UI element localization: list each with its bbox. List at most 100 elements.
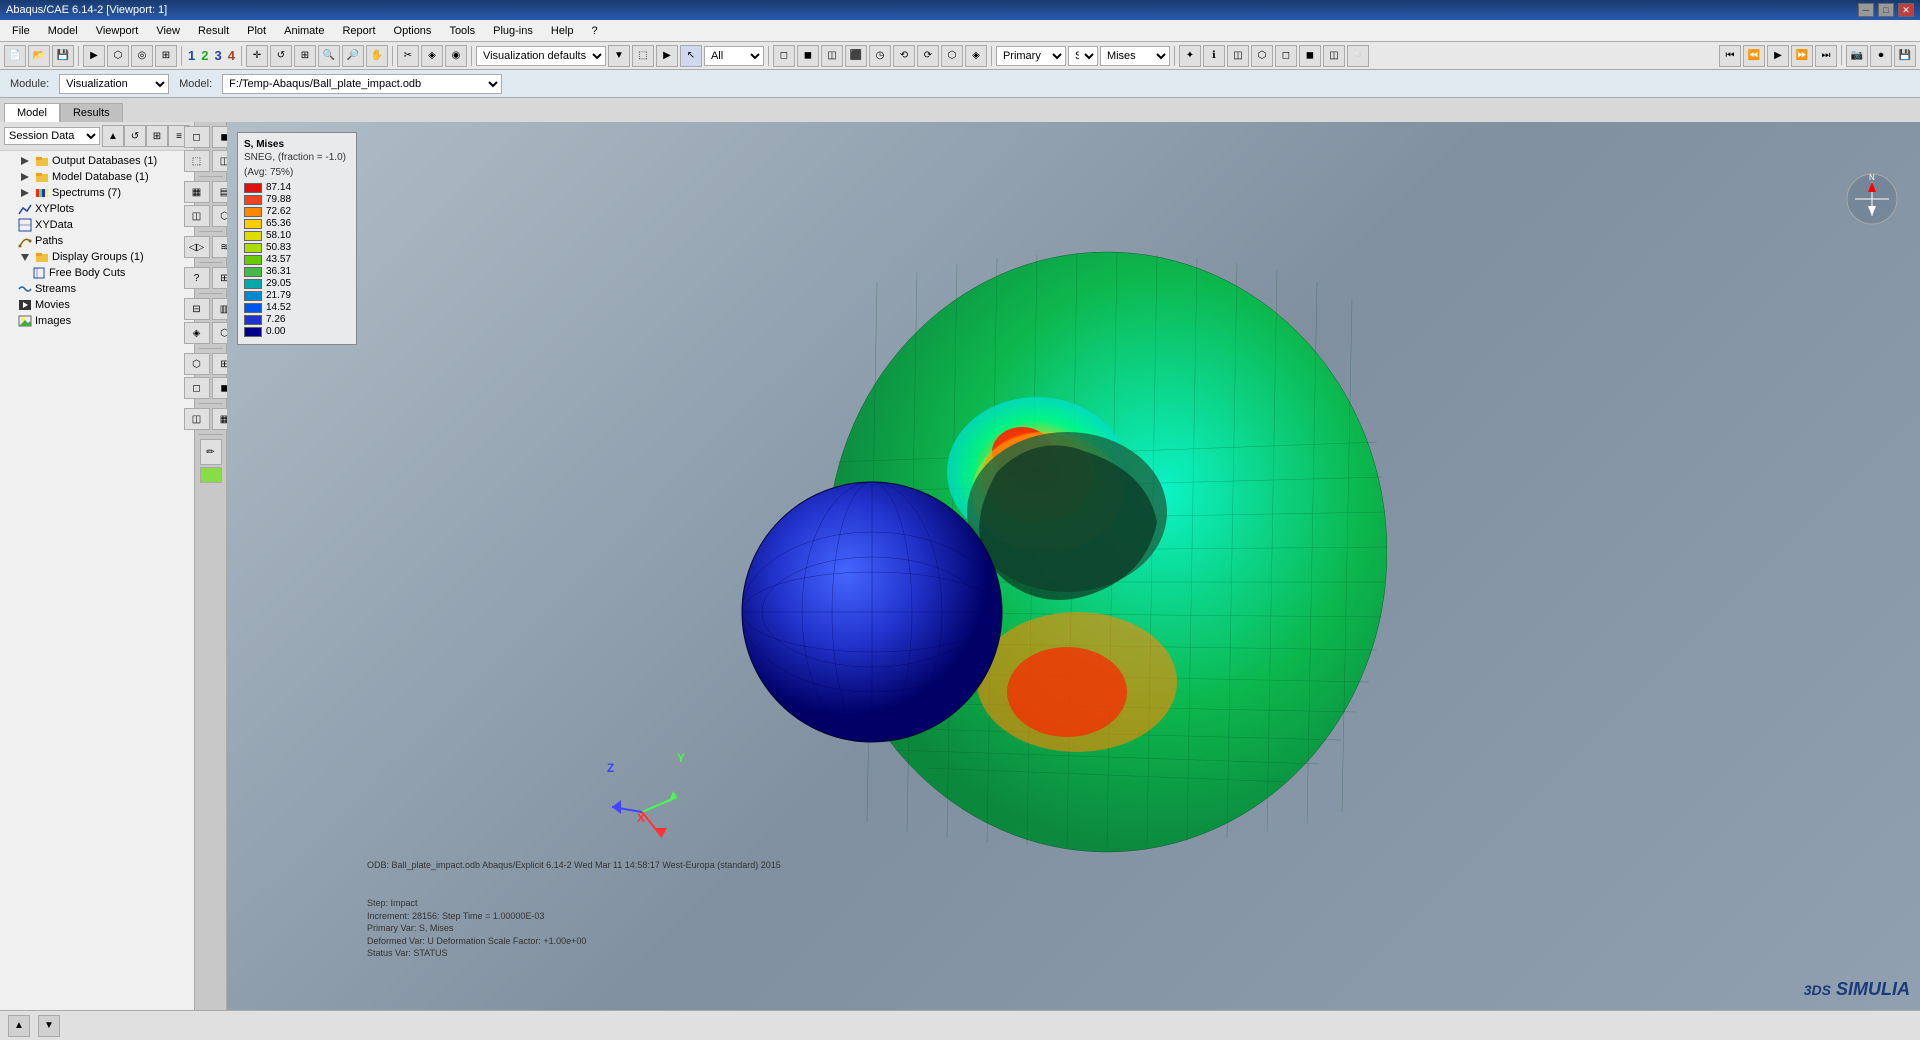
sidebar-item-output-databases[interactable]: Output Databases (1) [0, 153, 194, 169]
status-expand-button[interactable]: ▲ [8, 1015, 30, 1037]
tab-model[interactable]: Model [4, 103, 60, 122]
vt-color-btn[interactable] [200, 467, 222, 483]
vp-btn6[interactable]: ⟲ [893, 45, 915, 67]
tool-btn6[interactable]: ◼ [1299, 45, 1321, 67]
vp-btn1[interactable]: ◻ [773, 45, 795, 67]
record-button[interactable]: ⏺ [1870, 45, 1892, 67]
zoom-out[interactable]: 🔎 [342, 45, 364, 67]
session-data-select[interactable]: Session Data [4, 127, 100, 145]
menu-viewport[interactable]: Viewport [88, 23, 147, 39]
camera-button[interactable]: 📷 [1846, 45, 1868, 67]
vp-btn9[interactable]: ◈ [965, 45, 987, 67]
menu-help[interactable]: Help [543, 23, 582, 39]
primary-select[interactable]: Primary [996, 46, 1066, 66]
sidebar-item-display-groups[interactable]: Display Groups (1) [0, 249, 194, 265]
vt-anim1[interactable]: ◁▷ [184, 236, 210, 258]
vis-icon1[interactable]: ⬚ [632, 45, 654, 67]
viewport[interactable]: S, Mises SNEG, (fraction = -1.0) (Avg: 7… [227, 122, 1920, 1010]
menu-plugins[interactable]: Plug-ins [485, 23, 541, 39]
session-refresh-button[interactable]: ↺ [124, 125, 146, 147]
num4-button[interactable]: 4 [226, 48, 237, 63]
menu-options[interactable]: Options [386, 23, 440, 39]
sidebar-item-free-body-cuts[interactable]: Free Body Cuts [0, 265, 194, 281]
menu-result[interactable]: Result [190, 23, 237, 39]
num3-button[interactable]: 3 [212, 48, 223, 63]
tool-btn1[interactable]: ✦ [1179, 45, 1201, 67]
vt-extra1[interactable]: ◫ [184, 408, 210, 430]
sidebar-item-spectrums[interactable]: Spectrums (7) [0, 185, 194, 201]
save-button[interactable]: 💾 [52, 45, 74, 67]
menu-model[interactable]: Model [40, 23, 86, 39]
vt-plot1[interactable]: ▦ [184, 181, 210, 203]
num2-button[interactable]: 2 [199, 48, 210, 63]
sidebar-item-xyplots[interactable]: XYPlots [0, 201, 194, 217]
vt-cut1[interactable]: ⊟ [184, 298, 210, 320]
view2-button[interactable]: ↺ [270, 45, 292, 67]
mises-select[interactable]: Mises [1100, 46, 1170, 66]
vt-render3[interactable]: ⬚ [184, 150, 210, 172]
s-select[interactable]: S [1068, 46, 1098, 66]
vt-disp1[interactable]: ⬡ [184, 353, 210, 375]
save-frame-button[interactable]: 💾 [1894, 45, 1916, 67]
open-button[interactable]: 📂 [28, 45, 50, 67]
view1-button[interactable]: ✛ [246, 45, 268, 67]
vp-btn5[interactable]: ◷ [869, 45, 891, 67]
model-select[interactable]: F:/Temp-Abaqus/Ball_plate_impact.odb [222, 74, 502, 94]
pan-button[interactable]: ✋ [366, 45, 388, 67]
info-button[interactable]: ℹ [1203, 45, 1225, 67]
vt-plot3[interactable]: ◫ [184, 205, 210, 227]
session-up-button[interactable]: ▲ [102, 125, 124, 147]
zoom-in[interactable]: 🔍 [318, 45, 340, 67]
sidebar-item-model-database[interactable]: Model Database (1) [0, 169, 194, 185]
vp-btn3[interactable]: ◫ [821, 45, 843, 67]
menu-view[interactable]: View [148, 23, 188, 39]
menu-plot[interactable]: Plot [239, 23, 274, 39]
vt-pen[interactable]: ✏ [200, 439, 222, 465]
select-button[interactable]: ▶ [83, 45, 105, 67]
close-button[interactable]: ✕ [1898, 3, 1914, 17]
vt-disp3[interactable]: ◻ [184, 377, 210, 399]
select3-button[interactable]: ◎ [131, 45, 153, 67]
play-start-button[interactable]: ⏮ [1719, 45, 1741, 67]
tool-btn5[interactable]: ◻ [1275, 45, 1297, 67]
maximize-button[interactable]: □ [1878, 3, 1894, 17]
vis-defaults-select[interactable]: Visualization defaults [476, 46, 606, 66]
sidebar-item-paths[interactable]: Paths [0, 233, 194, 249]
sidebar-item-images[interactable]: Images [0, 313, 194, 329]
tool-btn3[interactable]: ◫ [1227, 45, 1249, 67]
status-collapse-button[interactable]: ▼ [38, 1015, 60, 1037]
play-prev-button[interactable]: ⏪ [1743, 45, 1765, 67]
display-button[interactable]: ◈ [421, 45, 443, 67]
tool-btn8[interactable]: ◽ [1347, 45, 1369, 67]
menu-animate[interactable]: Animate [276, 23, 332, 39]
vis-options-button[interactable]: ▼ [608, 45, 630, 67]
vis-icon2[interactable]: ▶ [656, 45, 678, 67]
sidebar-item-streams[interactable]: Streams [0, 281, 194, 297]
num1-button[interactable]: 1 [186, 48, 197, 63]
menu-question[interactable]: ? [584, 23, 606, 39]
zoom-fit[interactable]: ⊞ [294, 45, 316, 67]
play-button[interactable]: ▶ [1767, 45, 1789, 67]
minimize-button[interactable]: ─ [1858, 3, 1874, 17]
cut-button[interactable]: ✂ [397, 45, 419, 67]
cursor-button[interactable]: ↖ [680, 45, 702, 67]
play-end-button[interactable]: ⏭ [1815, 45, 1837, 67]
vt-query1[interactable]: ? [184, 267, 210, 289]
vp-btn2[interactable]: ◼ [797, 45, 819, 67]
vt-render1[interactable]: ◻ [184, 126, 210, 148]
new-button[interactable]: 📄 [4, 45, 26, 67]
menu-report[interactable]: Report [334, 23, 383, 39]
vp-btn8[interactable]: ⬡ [941, 45, 963, 67]
sidebar-item-xydata[interactable]: XYData [0, 217, 194, 233]
tool-btn7[interactable]: ◫ [1323, 45, 1345, 67]
menu-file[interactable]: File [4, 23, 38, 39]
vp-btn4[interactable]: ⬛ [845, 45, 867, 67]
session-filter-button[interactable]: ⊞ [146, 125, 168, 147]
select2-button[interactable]: ⬡ [107, 45, 129, 67]
tool-btn4[interactable]: ⬡ [1251, 45, 1273, 67]
vp-btn7[interactable]: ⟳ [917, 45, 939, 67]
select4-button[interactable]: ⊞ [155, 45, 177, 67]
module-select[interactable]: Visualization [59, 74, 169, 94]
sidebar-item-movies[interactable]: Movies [0, 297, 194, 313]
play-next-button[interactable]: ⏩ [1791, 45, 1813, 67]
